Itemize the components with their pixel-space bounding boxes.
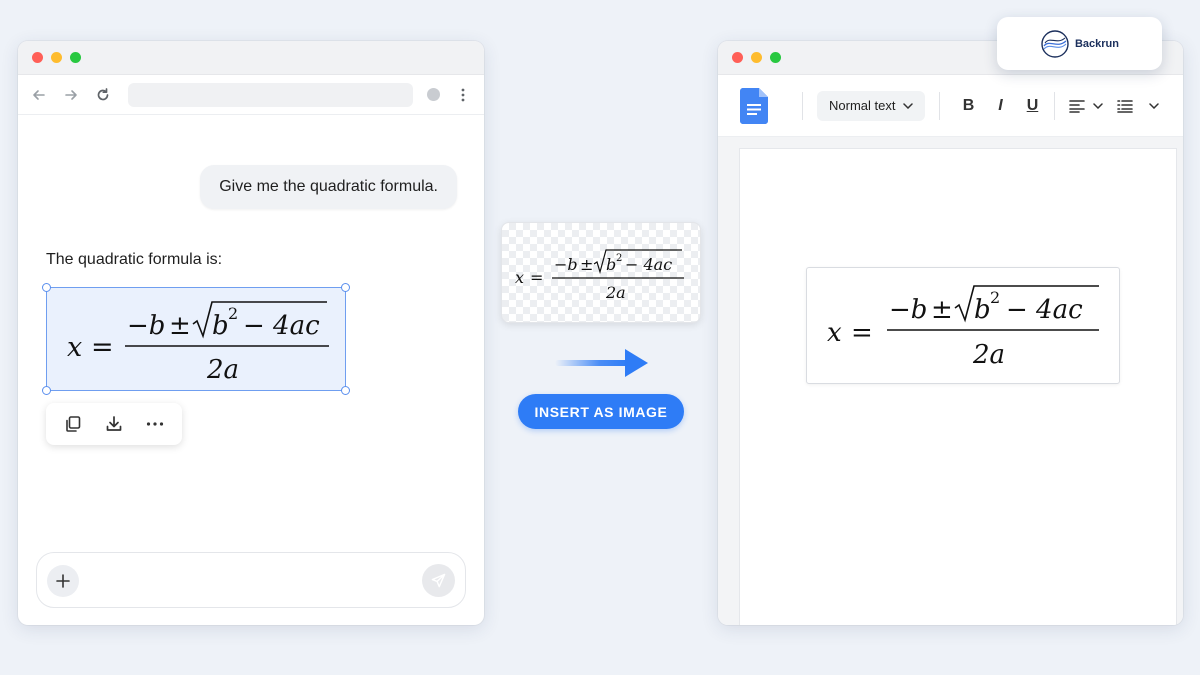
formula-pm: ± <box>169 311 191 341</box>
preview-minus-b: −b <box>554 255 578 274</box>
toolbar-separator <box>1054 91 1056 120</box>
paragraph-style-label: Normal text <box>829 98 896 113</box>
preview-equals: = <box>530 268 543 287</box>
formula-exponent: 2 <box>228 304 238 323</box>
align-left-icon <box>1069 99 1086 113</box>
inserted-equals: = <box>851 318 873 348</box>
message-composer[interactable] <box>36 552 466 608</box>
copy-icon <box>65 416 80 432</box>
chat-area: Give me the quadratic formula. The quadr… <box>18 115 484 625</box>
assistant-intro-text: The quadratic formula is: <box>46 251 223 268</box>
spacing-dropdown-button[interactable] <box>1147 92 1161 120</box>
close-window-button[interactable] <box>32 52 43 63</box>
more-options-button[interactable] <box>142 411 168 437</box>
document-page[interactable]: x = −b ± b 2 − 4ac 2a <box>740 149 1176 625</box>
formula-minus-b: −b <box>127 311 165 341</box>
backrun-badge: Backrun <box>997 17 1162 70</box>
backrun-logo-icon <box>1041 29 1069 58</box>
formula-denominator: 2a <box>206 355 239 385</box>
plus-icon <box>56 574 70 588</box>
docs-maximize-window-button[interactable] <box>770 52 781 63</box>
formula-image-render: x = −b ± b 2 − 4ac 2a <box>515 249 684 302</box>
browser-navbar <box>18 75 484 115</box>
formula-radicand-b: b <box>212 311 229 341</box>
preview-pm: ± <box>580 255 593 274</box>
quadratic-formula-render: x = −b ± b 2 − 4ac 2a <box>67 301 329 385</box>
preview-denominator: 2a <box>605 283 626 302</box>
preview-lhs: x <box>515 268 524 287</box>
send-button[interactable] <box>422 564 455 597</box>
kebab-menu-icon[interactable] <box>454 86 472 104</box>
align-dropdown-button[interactable] <box>1091 92 1105 120</box>
download-icon <box>106 416 122 431</box>
inserted-lhs: x <box>827 318 842 348</box>
backrun-brand-text: Backrun <box>1074 37 1120 50</box>
right-arrow-icon <box>555 349 648 377</box>
minimize-window-button[interactable] <box>51 52 62 63</box>
underline-button[interactable]: U <box>1018 92 1046 120</box>
maximize-window-button[interactable] <box>70 52 81 63</box>
preview-exponent: 2 <box>616 253 622 264</box>
italic-button[interactable]: I <box>986 92 1014 120</box>
inserted-minus-b: −b <box>889 295 927 325</box>
resize-handle-bottom-right[interactable] <box>341 386 350 395</box>
paragraph-style-select[interactable]: Normal text <box>817 90 926 121</box>
transfer-arrow <box>555 346 650 380</box>
profile-avatar[interactable] <box>427 88 440 101</box>
back-arrow-icon[interactable] <box>30 86 48 104</box>
forward-arrow-icon[interactable] <box>62 86 80 104</box>
docs-minimize-window-button[interactable] <box>751 52 762 63</box>
download-button[interactable] <box>101 411 127 437</box>
inserted-pm: ± <box>931 295 953 325</box>
docs-logo-icon <box>740 87 768 124</box>
selected-formula[interactable]: x = −b ± b 2 − 4ac 2a <box>42 283 350 395</box>
reload-icon[interactable] <box>94 86 112 104</box>
inserted-formula-image[interactable]: x = −b ± b 2 − 4ac 2a <box>806 267 1120 384</box>
toolbar-separator <box>802 91 803 120</box>
browser-titlebar <box>18 41 484 75</box>
preview-radicand-rest: − 4ac <box>625 255 672 274</box>
insert-as-image-button[interactable]: INSERT AS IMAGE <box>518 394 684 429</box>
resize-handle-bottom-left[interactable] <box>42 386 51 395</box>
address-bar[interactable] <box>128 82 413 107</box>
docs-window: Normal text B I U x = −b ± b 2 − 4ac 2a <box>718 41 1183 625</box>
resize-handle-top-left[interactable] <box>42 283 51 292</box>
chat-browser-window: Give me the quadratic formula. The quadr… <box>18 41 484 625</box>
bold-button[interactable]: B <box>954 92 982 120</box>
inserted-formula-render: x = −b ± b 2 − 4ac 2a <box>827 285 1099 370</box>
docs-toolbar: Normal text B I U <box>718 75 1183 137</box>
inserted-radicand-rest: − 4ac <box>1006 295 1083 325</box>
line-spacing-button[interactable] <box>1111 92 1139 120</box>
more-icon <box>147 422 164 426</box>
docs-canvas: x = −b ± b 2 − 4ac 2a <box>718 137 1183 625</box>
inserted-exponent: 2 <box>990 288 1000 307</box>
inserted-denominator: 2a <box>972 340 1005 370</box>
docs-close-window-button[interactable] <box>732 52 743 63</box>
copy-button[interactable] <box>60 411 86 437</box>
formula-action-toolbar <box>46 403 182 445</box>
line-spacing-icon <box>1117 99 1134 113</box>
formula-equals: = <box>91 332 114 363</box>
inserted-radicand-b: b <box>974 295 991 325</box>
user-message-bubble: Give me the quadratic formula. <box>200 165 457 209</box>
preview-radicand-b: b <box>606 255 616 274</box>
chevron-down-icon <box>1093 102 1104 109</box>
formula-image-preview: x = −b ± b 2 − 4ac 2a <box>501 222 701 323</box>
attach-button[interactable] <box>47 565 79 597</box>
chevron-down-icon <box>1149 102 1160 109</box>
chevron-down-icon <box>903 102 914 109</box>
align-left-button[interactable] <box>1063 92 1091 120</box>
resize-handle-top-right[interactable] <box>341 283 350 292</box>
send-icon <box>431 573 446 588</box>
toolbar-separator <box>939 91 941 120</box>
formula-radicand-rest: − 4ac <box>243 311 320 341</box>
formula-lhs: x <box>67 332 82 363</box>
